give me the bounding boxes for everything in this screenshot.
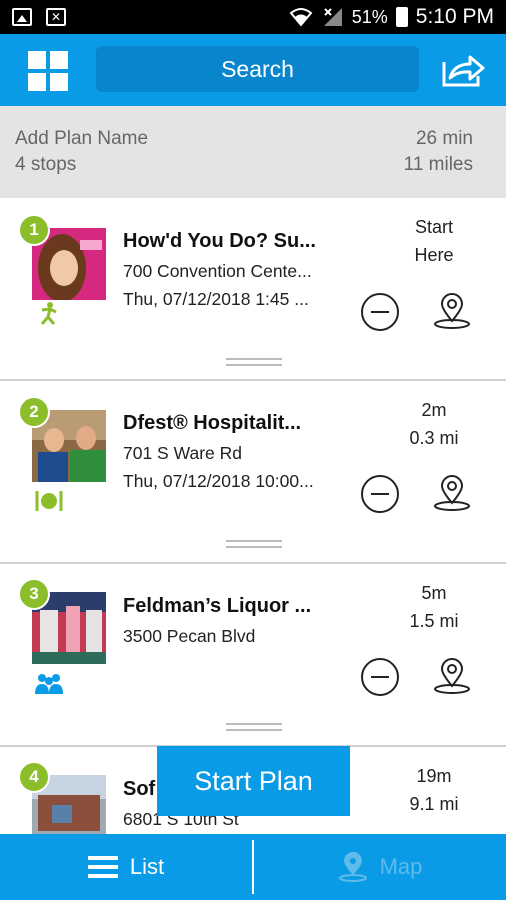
tab-map[interactable]: Map bbox=[254, 834, 506, 900]
file-notification-icon: ✕ bbox=[46, 8, 66, 26]
remove-stop-button[interactable] bbox=[361, 475, 399, 513]
plan-summary: Add Plan Name 4 stops 26 min 11 miles bbox=[0, 106, 506, 198]
stop-number-badge: 4 bbox=[18, 761, 50, 793]
stop-meta-line1: Start bbox=[414, 217, 453, 237]
stop-meta-line1: 19m bbox=[416, 766, 452, 786]
stop-travel-info: 2m 0.3 mi bbox=[394, 396, 474, 452]
plan-total-duration: 26 min bbox=[415, 128, 473, 149]
stop-travel-info: 19m 9.1 mi bbox=[394, 762, 474, 818]
person-activity-icon bbox=[40, 302, 57, 325]
stop-datetime: Thu, 07/12/2018 10:00... bbox=[123, 471, 314, 491]
stop-title: Dfest® Hospitalit... bbox=[123, 412, 302, 434]
stop-address: 3500 Pecan Blvd bbox=[123, 626, 256, 646]
map-marker-icon bbox=[338, 852, 367, 882]
drag-handle[interactable] bbox=[226, 540, 282, 548]
list-icon bbox=[87, 856, 118, 878]
wifi-icon bbox=[289, 8, 313, 27]
tab-list[interactable]: List bbox=[0, 834, 252, 900]
stop-datetime: Thu, 07/12/2018 1:45 ... bbox=[123, 289, 309, 309]
stop-card[interactable]: 2 Dfest® Hospitalit... 701 S Ware Rd Thu… bbox=[0, 381, 506, 564]
bottom-nav: List Map bbox=[0, 834, 506, 900]
stop-card[interactable]: 3 Feldman’s Liquor ... 3500 Pecan Blvd 5… bbox=[0, 564, 506, 747]
map-pin-icon[interactable] bbox=[432, 291, 472, 331]
stop-number-badge: 2 bbox=[18, 396, 50, 428]
drag-handle[interactable] bbox=[226, 723, 282, 731]
stop-number-badge: 1 bbox=[18, 214, 50, 246]
grid-menu-icon[interactable] bbox=[28, 51, 68, 91]
group-icon bbox=[35, 674, 63, 694]
map-pin-icon[interactable] bbox=[432, 656, 472, 696]
stop-address: 701 S Ware Rd bbox=[123, 443, 242, 463]
plan-total-distance: 11 miles bbox=[403, 154, 473, 175]
stop-title: Feldman’s Liquor ... bbox=[123, 595, 312, 617]
start-plan-button[interactable]: Start Plan bbox=[157, 746, 350, 816]
plan-name-field[interactable]: Add Plan Name bbox=[15, 128, 148, 150]
stop-travel-info: 5m 1.5 mi bbox=[394, 579, 474, 635]
signal-icon bbox=[323, 8, 342, 26]
stop-title: Sof bbox=[123, 778, 156, 800]
share-icon[interactable] bbox=[440, 52, 486, 88]
status-bar: ✕ 51% 5:10 PM bbox=[0, 0, 506, 34]
stop-number-badge: 3 bbox=[18, 578, 50, 610]
image-notification-icon bbox=[12, 8, 32, 26]
tab-map-label: Map bbox=[379, 854, 423, 879]
battery-icon bbox=[395, 7, 408, 27]
stop-address: 700 Convention Cente... bbox=[123, 261, 312, 281]
stop-meta-line2: 0.3 mi bbox=[409, 428, 459, 448]
remove-stop-button[interactable] bbox=[361, 658, 399, 696]
map-pin-icon[interactable] bbox=[432, 473, 472, 513]
plan-stops-count: 4 stops bbox=[15, 154, 77, 175]
search-button[interactable]: Search bbox=[96, 46, 419, 92]
tab-list-label: List bbox=[129, 854, 165, 879]
food-icon bbox=[35, 491, 63, 511]
stop-travel-info: Start Here bbox=[394, 213, 474, 269]
remove-stop-button[interactable] bbox=[361, 293, 399, 331]
stop-meta-line2: Here bbox=[414, 245, 454, 265]
battery-percent: 51% bbox=[351, 6, 388, 27]
stop-meta-line2: 9.1 mi bbox=[409, 794, 459, 814]
drag-handle[interactable] bbox=[226, 358, 282, 366]
clock: 5:10 PM bbox=[415, 5, 494, 28]
app-header: Search bbox=[0, 34, 506, 106]
stop-meta-line1: 5m bbox=[421, 583, 447, 603]
stop-meta-line2: 1.5 mi bbox=[409, 611, 459, 631]
stop-title: How'd You Do? Su... bbox=[123, 230, 316, 252]
stop-meta-line1: 2m bbox=[421, 400, 447, 420]
stop-card[interactable]: 1 How'd You Do? Su... 700 Convention Cen… bbox=[0, 198, 506, 381]
